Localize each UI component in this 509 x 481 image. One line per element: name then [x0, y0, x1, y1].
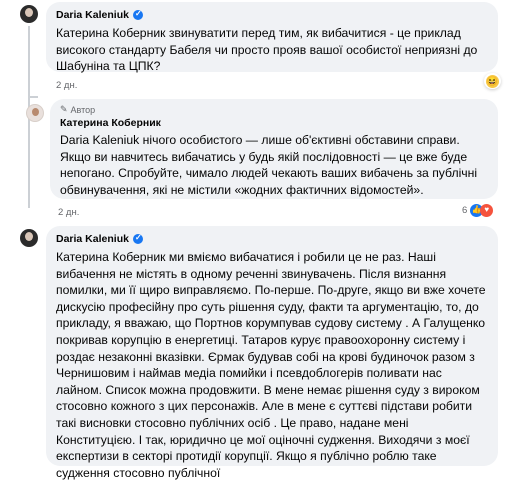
- thread-connector: [28, 96, 38, 98]
- reaction-summary[interactable]: 😆: [484, 73, 501, 89]
- reaction-count: 6: [462, 204, 468, 216]
- haha-icon: 😆: [486, 74, 499, 88]
- care-icon: ♥: [480, 203, 494, 217]
- comment-author[interactable]: Daria Kaleniuk: [56, 233, 129, 245]
- author-badge: ✎ Автор: [60, 104, 96, 115]
- avatar[interactable]: [20, 5, 38, 23]
- avatar[interactable]: [26, 104, 44, 122]
- comment-bubble: ✎ Автор Катерина Коберник Daria Kaleniuk…: [50, 99, 498, 199]
- avatar[interactable]: [20, 229, 38, 247]
- comment-text: Daria Kaleniuk нічого особистого — лише …: [60, 133, 478, 197]
- comment-author[interactable]: Катерина Коберник: [60, 117, 161, 129]
- comment-text: Катерина Коберник звинуватити перед тим,…: [56, 26, 478, 74]
- verified-badge-icon: [132, 9, 143, 20]
- comment-bubble: Daria Kaleniuk Катерина Коберник звинува…: [46, 2, 498, 74]
- pencil-icon: ✎: [60, 104, 68, 114]
- comment-timestamp[interactable]: 2 дн.: [58, 207, 79, 218]
- comment-text: Катерина Коберник ми вміємо вибачатися і…: [56, 250, 486, 480]
- comment-bubble: Daria Kaleniuk Катерина Коберник ми вміє…: [46, 226, 498, 480]
- mention-tag[interactable]: Daria Kaleniuk: [60, 133, 139, 147]
- reaction-summary[interactable]: 6 👍 ♥: [462, 202, 494, 218]
- comment-author[interactable]: Daria Kaleniuk: [56, 9, 129, 21]
- comment-timestamp[interactable]: 2 дн.: [56, 80, 77, 91]
- verified-badge-icon: [132, 233, 143, 244]
